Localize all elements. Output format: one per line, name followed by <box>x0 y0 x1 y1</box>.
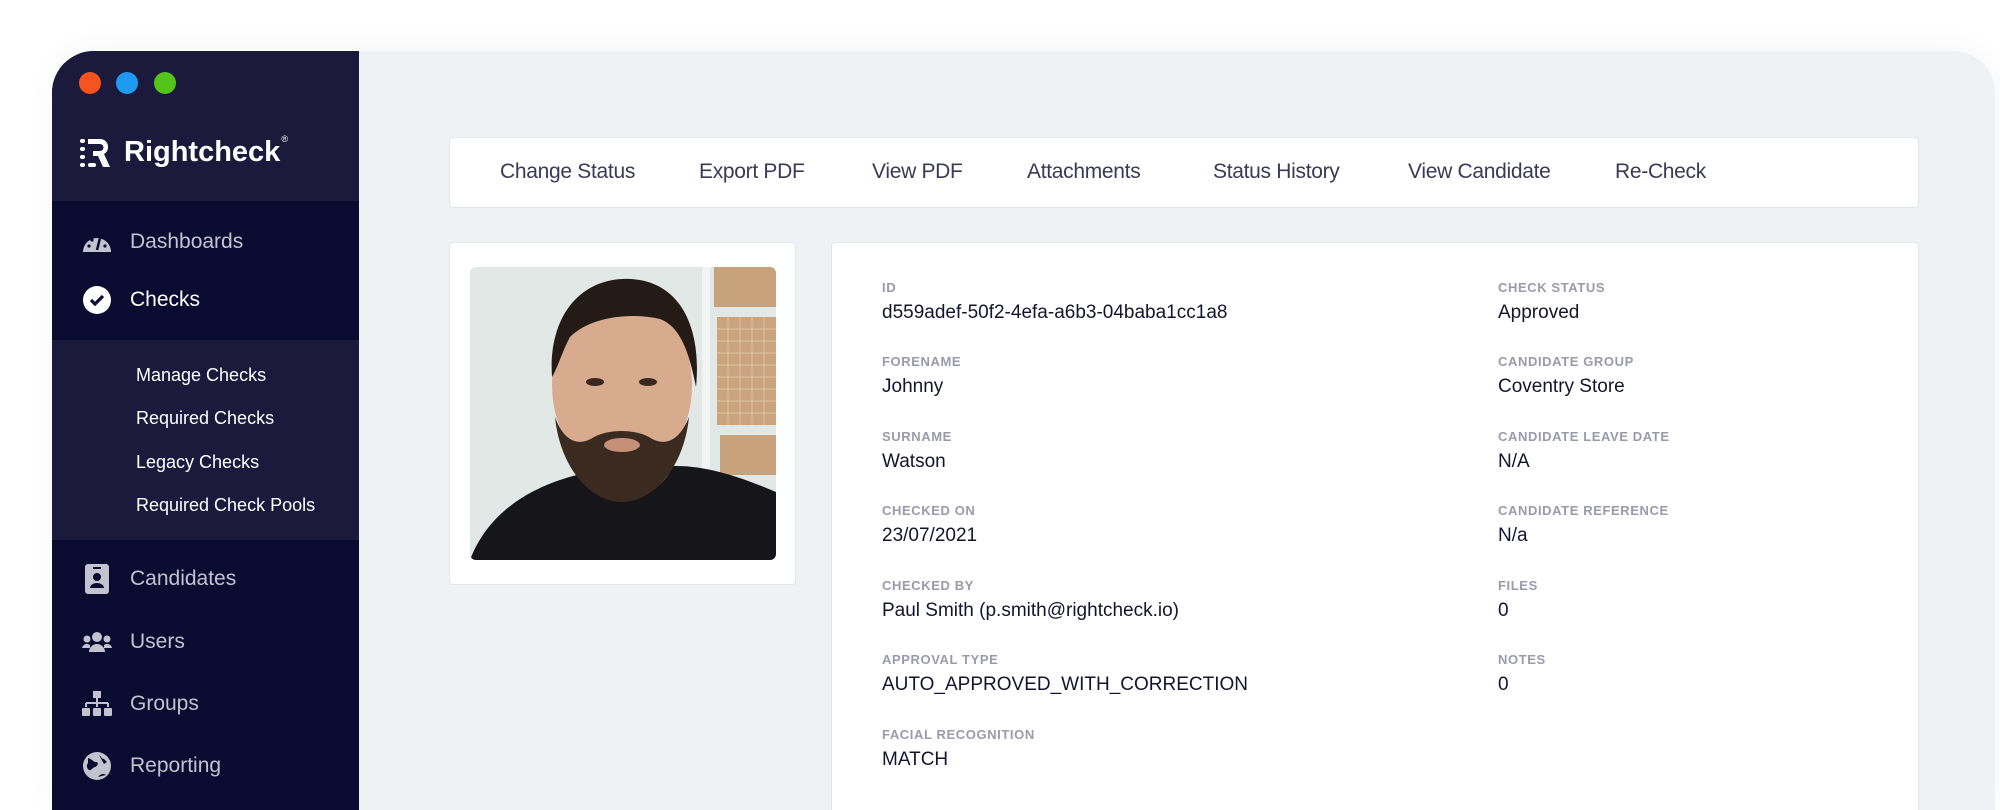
window-maximize-button[interactable] <box>154 72 176 94</box>
field-approval-type: Approval Type AUTO_APPROVED_WITH_CORRECTI… <box>882 652 1248 696</box>
view-pdf-button[interactable]: View PDF <box>872 160 963 184</box>
field-value: Watson <box>882 451 946 472</box>
field-facial-recognition: Facial Recognition MATCH <box>882 727 1035 771</box>
submenu-item-required-check-pools[interactable]: Required Check Pools <box>136 495 315 516</box>
field-id: ID d559adef-50f2-4efa-a6b3-04baba1cc1a8 <box>882 280 1227 324</box>
re-check-button[interactable]: Re-Check <box>1615 160 1706 184</box>
field-label: Check Status <box>1498 280 1606 295</box>
candidate-photo <box>470 267 776 560</box>
window-minimize-button[interactable] <box>116 72 138 94</box>
candidate-photo-card <box>449 242 796 585</box>
field-value: Coventry Store <box>1498 376 1625 397</box>
field-value: 0 <box>1498 600 1509 621</box>
field-value: MATCH <box>882 749 949 770</box>
users-icon <box>82 627 112 657</box>
sidebar-item-candidates[interactable]: Candidates <box>52 555 359 603</box>
brand-name: Rightcheck <box>124 136 281 168</box>
submenu-item-required-checks[interactable]: Required Checks <box>136 408 274 429</box>
field-label: Facial Recognition <box>882 727 1035 742</box>
field-label: Checked By <box>882 578 974 593</box>
sidebar-item-dashboards[interactable]: Dashboards <box>52 218 359 266</box>
field-value: d559adef-50f2-4efa-a6b3-04baba1cc1a8 <box>882 302 1228 323</box>
status-history-button[interactable]: Status History <box>1213 160 1340 184</box>
check-details-card: ID d559adef-50f2-4efa-a6b3-04baba1cc1a8 F… <box>831 242 1919 810</box>
sidebar-item-label: Dashboards <box>130 230 244 253</box>
export-pdf-button[interactable]: Export PDF <box>699 160 805 184</box>
sitemap-icon <box>82 689 112 719</box>
field-value: N/A <box>1498 451 1530 472</box>
field-label: Candidate Group <box>1498 354 1634 369</box>
sidebar-item-label: Checks <box>130 288 201 311</box>
field-value: Johnny <box>882 376 944 397</box>
dashboard-gauge-icon <box>82 227 112 257</box>
field-label: Notes <box>1498 652 1546 667</box>
sidebar-item-groups[interactable]: Groups <box>52 680 359 728</box>
field-label: Candidate Leave Date <box>1498 429 1670 444</box>
globe-icon <box>82 751 112 781</box>
sidebar-item-label: Candidates <box>130 567 237 590</box>
field-value: 0 <box>1498 674 1509 695</box>
checks-submenu: Manage Checks Required Checks Legacy Che… <box>52 340 359 540</box>
field-check-status: Check Status Approved <box>1498 280 1605 324</box>
field-value: Approved <box>1498 302 1580 323</box>
field-checked-on: Checked On 23/07/2021 <box>882 503 977 547</box>
check-actions-toolbar: Change Status Export PDF View PDF Attach… <box>449 137 1919 208</box>
change-status-button[interactable]: Change Status <box>500 160 635 184</box>
field-label: Files <box>1498 578 1538 593</box>
field-forename: Forename Johnny <box>882 354 961 398</box>
attachments-button[interactable]: Attachments <box>1027 160 1141 184</box>
brand-logo[interactable]: Rightcheck ® <box>80 134 288 169</box>
field-surname: Surname Watson <box>882 429 952 473</box>
field-label: ID <box>882 280 897 295</box>
field-label: Approval Type <box>882 652 999 667</box>
id-badge-icon <box>82 564 112 594</box>
field-value: N/a <box>1498 525 1528 546</box>
rightcheck-logo-icon <box>80 138 110 167</box>
submenu-item-manage-checks[interactable]: Manage Checks <box>136 365 266 386</box>
field-notes: Notes 0 <box>1498 652 1546 696</box>
field-candidate-group: Candidate Group Coventry Store <box>1498 354 1634 398</box>
sidebar-item-reporting[interactable]: Reporting <box>52 742 359 790</box>
registered-mark: ® <box>281 134 288 144</box>
sidebar-item-label: Reporting <box>130 754 222 777</box>
field-label: Forename <box>882 354 962 369</box>
field-label: Surname <box>882 429 952 444</box>
field-files: Files 0 <box>1498 578 1538 622</box>
sidebar-item-label: Users <box>130 630 185 653</box>
field-label: Checked On <box>882 503 976 518</box>
check-circle-icon <box>82 285 112 315</box>
view-candidate-button[interactable]: View Candidate <box>1408 160 1551 184</box>
field-value: 23/07/2021 <box>882 525 978 546</box>
sidebar: Rightcheck ® Dashboards Checks Manage Che… <box>52 51 359 810</box>
sidebar-item-checks[interactable]: Checks <box>52 276 359 324</box>
submenu-item-legacy-checks[interactable]: Legacy Checks <box>136 452 259 473</box>
field-checked-by: Checked By Paul Smith (p.smith@rightcheck… <box>882 578 1179 622</box>
field-label: Candidate Reference <box>1498 503 1669 518</box>
app-window: Rightcheck ® Dashboards Checks Manage Che… <box>52 51 1995 810</box>
field-value: Paul Smith (p.smith@rightcheck.io) <box>882 600 1179 621</box>
sidebar-item-label: Groups <box>130 692 199 715</box>
sidebar-item-users[interactable]: Users <box>52 618 359 666</box>
field-candidate-leave-date: Candidate Leave Date N/A <box>1498 429 1670 473</box>
field-candidate-reference: Candidate Reference N/a <box>1498 503 1669 547</box>
window-close-button[interactable] <box>79 72 101 94</box>
field-value: AUTO_APPROVED_WITH_CORRECTION <box>882 674 1248 695</box>
sidebar-header: Rightcheck ® <box>52 51 359 201</box>
